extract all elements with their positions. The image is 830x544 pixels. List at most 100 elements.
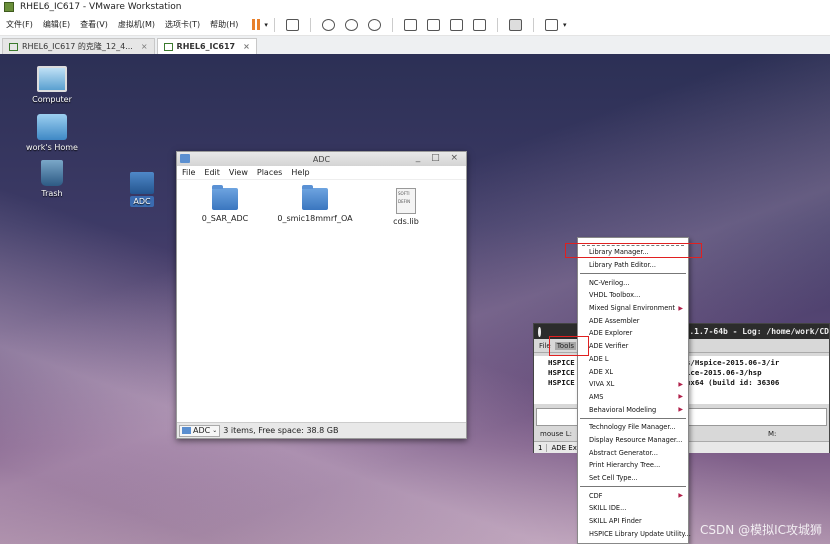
file-name: cds.lib	[393, 217, 419, 226]
snapshot-icon[interactable]	[321, 18, 335, 31]
file-name: 0_smic18mmrf_OA	[277, 214, 353, 223]
tools-menu-item[interactable]: ADE Explorer	[578, 327, 688, 340]
menu-item-label: SKILL IDE...	[589, 504, 627, 513]
folder-icon	[302, 185, 328, 210]
tools-menu-item[interactable]: ADE XL	[578, 365, 688, 378]
tools-menu-item[interactable]: Print Hierarchy Tree...	[578, 459, 688, 472]
menu-file[interactable]: File	[182, 168, 195, 177]
window-controls[interactable]: _ □ ×	[416, 153, 462, 163]
menu-item-label: Display Resource Manager...	[589, 435, 683, 444]
desktop-icon-home[interactable]: work's Home	[17, 114, 87, 152]
menu-item-label: Mixed Signal Environment	[589, 304, 676, 313]
menu-item-label: Behavioral Modeling	[589, 405, 657, 414]
menu-help[interactable]: Help	[291, 168, 309, 177]
unity-icon[interactable]	[472, 18, 486, 31]
chevron-down-icon[interactable]: ▾	[563, 21, 567, 29]
trash-icon	[41, 160, 63, 186]
window-title-bar[interactable]: ADC _ □ ×	[177, 152, 466, 166]
menu-separator	[580, 486, 686, 488]
tools-menu-item[interactable]: SKILL IDE...	[578, 502, 688, 515]
tools-menu-item[interactable]: VHDL Toolbox...	[578, 289, 688, 302]
tools-menu-item[interactable]: SKILL API Finder	[578, 515, 688, 528]
menu-help[interactable]: 帮助(H)	[210, 19, 238, 30]
send-keys-icon[interactable]	[285, 18, 299, 31]
desktop-icon-label: Computer	[32, 95, 72, 104]
tools-menu-item[interactable]: Mixed Signal Environment ▶	[578, 302, 688, 315]
menu-edit[interactable]: 编辑(E)	[43, 19, 70, 30]
menu-item-label: Set Cell Type...	[589, 474, 638, 483]
tools-menu-item[interactable]: HSPICE Library Update Utility...	[578, 527, 691, 540]
menu-item-label: HSPICE Library Update Utility...	[589, 529, 691, 538]
menu-edit[interactable]: Edit	[204, 168, 220, 177]
chevron-down-icon[interactable]: ▾	[264, 21, 268, 29]
tools-menu-item[interactable]: ADE Verifier	[578, 340, 688, 353]
menu-item-label: Print Hierarchy Tree...	[589, 461, 661, 470]
menu-item-label: SKILL API Finder	[589, 517, 642, 526]
menu-view[interactable]: View	[229, 168, 248, 177]
tools-menu-item[interactable]: VIVA XL ▶	[578, 378, 688, 391]
tools-menu-item[interactable]: Library Path Editor...	[578, 259, 688, 272]
location-select[interactable]: ADC ⌄	[179, 424, 221, 437]
tab-label: RHEL6_IC617	[176, 42, 236, 51]
tools-menu-item[interactable]: Technology File Manager...	[578, 421, 688, 434]
file-list: 0_SAR_ADC 0_smic18mmrf_OA SOFTI DEFIN cd…	[177, 180, 466, 422]
menu-tabs[interactable]: 选项卡(T)	[165, 19, 200, 30]
highlight-library-manager	[565, 243, 702, 258]
menu-item-label: NC-Verilog...	[589, 278, 630, 287]
tools-menu-item[interactable]: NC-Verilog...	[578, 276, 688, 289]
close-icon[interactable]: ×	[243, 42, 250, 51]
menu-item-label: ADE L	[589, 354, 609, 363]
vmware-title-bar: RHEL6_IC617 - VMware Workstation	[0, 0, 830, 14]
menu-file[interactable]: 文件(F)	[6, 19, 33, 30]
tools-menu-item[interactable]: ADE Assembler	[578, 314, 688, 327]
folder-icon	[180, 154, 190, 163]
tools-menu-item[interactable]: Abstract Generator...	[578, 446, 688, 459]
tab-rhel6-ic617[interactable]: RHEL6_IC617 ×	[156, 38, 257, 54]
console-icon[interactable]	[508, 18, 522, 31]
submenu-arrow-icon: ▶	[678, 380, 683, 388]
file-item[interactable]: SOFTI DEFIN cds.lib	[387, 188, 425, 226]
desktop-icon-computer[interactable]: Computer	[17, 66, 87, 104]
menu-places[interactable]: Places	[257, 168, 282, 177]
tools-menu-item[interactable]: Behavioral Modeling ▶	[578, 403, 688, 416]
menu-item-label: CDF	[589, 491, 603, 500]
toolbar-divider	[273, 17, 275, 32]
tools-menu-item[interactable]: AMS ▶	[578, 391, 688, 404]
menu-item-label: Library Path Editor...	[589, 261, 656, 270]
fullscreen-icon[interactable]	[449, 18, 463, 31]
snapshot-manager-icon[interactable]	[367, 18, 381, 31]
file-manager-menubar: File Edit View Places Help	[177, 166, 466, 180]
menu-vm[interactable]: 虚拟机(M)	[118, 19, 155, 30]
desktop-icon-trash[interactable]: Trash	[17, 160, 87, 198]
tools-menu-item[interactable]: ADE L	[578, 353, 688, 366]
tab-label: RHEL6_IC617 的克隆_12_4...	[22, 42, 133, 51]
tools-menu-item[interactable]: CDF ▶	[578, 489, 688, 502]
desktop-icon-label: Trash	[41, 189, 63, 198]
highlight-tools-menu	[549, 336, 589, 356]
window-title: ADC	[312, 154, 331, 164]
menu-item-label: Abstract Generator...	[589, 448, 658, 457]
stretch-icon[interactable]	[544, 18, 558, 31]
menu-item-label: ADE Assembler	[589, 316, 640, 325]
text-file-icon: SOFTI DEFIN	[396, 188, 416, 214]
sidebar-toggle-icon[interactable]	[403, 18, 417, 31]
toolbar-divider	[391, 17, 393, 32]
chevron-down-icon: ⌄	[212, 427, 218, 434]
tools-menu-item[interactable]: Display Resource Manager...	[578, 434, 688, 447]
pause-icon[interactable]	[252, 19, 261, 30]
tools-menu-item[interactable]: Set Cell Type...	[578, 472, 688, 485]
menu-item-label: AMS	[589, 392, 604, 401]
submenu-arrow-icon: ▶	[678, 304, 683, 312]
file-item[interactable]: 0_smic18mmrf_OA	[277, 185, 353, 223]
file-manager-window: ADC _ □ × File Edit View Places Help 0_S…	[176, 151, 467, 439]
toolbar-divider	[532, 17, 534, 32]
desktop-icon-adc[interactable]: ADC	[107, 172, 177, 207]
menu-view[interactable]: 查看(V)	[80, 19, 108, 30]
submenu-arrow-icon: ▶	[678, 393, 683, 401]
revert-snapshot-icon[interactable]	[344, 18, 358, 31]
tab-clone[interactable]: RHEL6_IC617 的克隆_12_4... ×	[2, 38, 155, 54]
window-title: 6.1.7-64b - Log: /home/work/CD	[684, 327, 830, 336]
thumbnail-icon[interactable]	[426, 18, 440, 31]
file-item[interactable]: 0_SAR_ADC	[201, 185, 249, 223]
close-icon[interactable]: ×	[141, 42, 148, 51]
